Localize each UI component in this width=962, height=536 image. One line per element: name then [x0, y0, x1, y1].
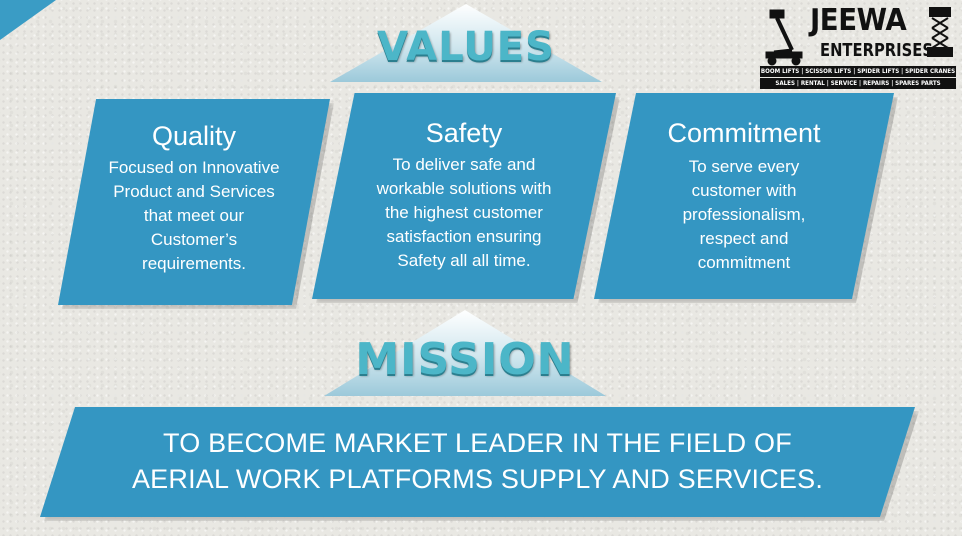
logo-subname: ENTERPRISES — [820, 40, 933, 61]
value-card-quality: Quality Focused on Innovative Product an… — [58, 99, 334, 309]
value-card-line: professionalism, — [682, 205, 806, 224]
value-card-description: To deliver safe and workable solutions w… — [312, 153, 616, 273]
mission-heading: MISSION — [355, 334, 575, 385]
mission-statement-line: AERIAL WORK PLATFORMS SUPPLY AND SERVICE… — [131, 464, 824, 494]
value-card-line: that meet our — [143, 206, 245, 225]
value-card-line: Product and Services — [113, 182, 275, 201]
corner-accent — [0, 0, 56, 40]
value-card-line: satisfaction ensuring — [386, 227, 542, 246]
value-card-line: commitment — [697, 253, 791, 272]
value-card-commitment: Commitment To serve every customer with … — [594, 93, 898, 303]
value-card-title: Quality — [151, 121, 237, 151]
value-card-title: Safety — [425, 118, 503, 148]
value-card-line: customer with — [691, 181, 797, 200]
value-card-title: Commitment — [667, 118, 821, 148]
logo-products-tagline: BOOM LIFTS | SCISSOR LIFTS | SPIDER LIFT… — [760, 66, 956, 77]
value-card-line: Customer’s — [150, 230, 238, 249]
value-card-line: respect and — [699, 229, 789, 248]
values-heading-block: VALUES — [330, 4, 602, 82]
logo-services-tagline: SALES | RENTAL | SERVICE | REPAIRS | SPA… — [760, 78, 956, 89]
value-card-line: Safety all all time. — [397, 251, 531, 270]
value-card-line: Focused on Innovative — [108, 158, 280, 177]
value-card-description: To serve every customer with professiona… — [594, 155, 894, 275]
value-card-line: requirements. — [142, 254, 246, 273]
value-card-line: To deliver safe and — [392, 155, 536, 174]
mission-background — [40, 407, 915, 517]
value-card-line: workable solutions with — [376, 179, 552, 198]
mission-statement-band: TO BECOME MARKET LEADER IN THE FIELD OF … — [40, 407, 919, 521]
value-card-safety: Safety To deliver safe and workable solu… — [312, 93, 620, 303]
values-heading: VALUES — [377, 24, 555, 70]
value-card-line: To serve every — [688, 157, 800, 176]
value-card-description: Focused on Innovative Product and Servic… — [58, 156, 330, 276]
company-logo: JEEWA ENTERPRISES BOOM LIFTS | SCISSOR L… — [760, 4, 956, 92]
value-card-line: the highest customer — [385, 203, 543, 222]
mission-statement-line: TO BECOME MARKET LEADER IN THE FIELD OF — [163, 428, 792, 458]
logo-name: JEEWA — [810, 3, 907, 38]
mission-heading-block: MISSION — [324, 310, 606, 396]
